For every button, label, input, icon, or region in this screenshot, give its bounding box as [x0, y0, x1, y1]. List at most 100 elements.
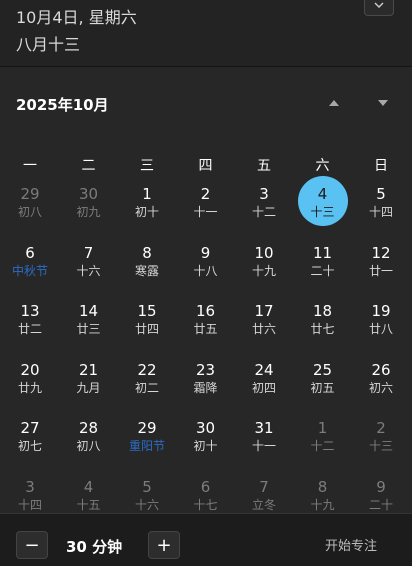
day-cell[interactable]: 30 初十	[177, 401, 235, 455]
day-cell[interactable]: 15 廿四	[118, 284, 176, 338]
focus-bar: − 30 分钟 + 开始专注	[0, 513, 412, 566]
day-cell[interactable]: 2 十三	[352, 401, 410, 455]
day-cell[interactable]: 6 中秋节	[1, 226, 59, 280]
full-date-text: 10月4日, 星期六	[16, 8, 137, 27]
day-cell[interactable]: 18 廿七	[294, 284, 352, 338]
day-cell[interactable]: 22 初二	[118, 343, 176, 397]
day-cell[interactable]: 20 廿九	[1, 343, 59, 397]
next-month-button[interactable]	[373, 95, 393, 111]
day-cell[interactable]: 5 十四	[352, 167, 410, 221]
day-number: 20	[20, 360, 40, 379]
day-cell[interactable]: 3 十二	[235, 167, 293, 221]
day-cell[interactable]: 9 十八	[177, 226, 235, 280]
lunar-day: 十二	[310, 439, 335, 453]
lunar-day: 十八	[193, 263, 218, 278]
day-cell[interactable]: 29 重阳节	[118, 401, 176, 455]
day-cell[interactable]: 30 初九	[60, 167, 118, 221]
day-cell[interactable]: 28 初八	[60, 401, 118, 455]
day-cell[interactable]: 6 十七	[177, 460, 235, 514]
day-cell[interactable]: 4 十五	[60, 460, 118, 514]
lunar-day: 寒露	[134, 263, 159, 278]
day-cell[interactable]: 13 廿二	[1, 284, 59, 338]
previous-month-button[interactable]	[324, 95, 344, 111]
day-number: 2	[376, 419, 386, 437]
day-cell[interactable]: 3 十四	[1, 460, 59, 514]
day-cell[interactable]: 2 十一	[177, 167, 235, 221]
day-cell[interactable]: 26 初六	[352, 343, 410, 397]
day-number: 7	[259, 477, 269, 496]
day-cell[interactable]: 7 立冬	[235, 460, 293, 514]
today-cell[interactable]: 4 十三	[294, 167, 352, 226]
lunar-day: 十六	[134, 497, 159, 512]
day-cell[interactable]: 7 十六	[60, 226, 118, 280]
lunar-day: 初五	[310, 380, 335, 395]
day-cell[interactable]: 9 二十	[352, 460, 410, 514]
lunar-day: 廿二	[17, 322, 42, 336]
day-number: 3	[259, 185, 269, 203]
day-number: 1	[317, 419, 328, 437]
day-number: 10	[254, 243, 274, 262]
day-cell[interactable]: 1 十二	[294, 401, 352, 455]
lunar-day: 廿九	[17, 380, 42, 395]
lunar-day: 廿八	[368, 322, 393, 336]
day-cell[interactable]: 24 初四	[235, 343, 293, 397]
day-number: 12	[371, 243, 391, 262]
day-number: 6	[200, 477, 211, 496]
festival-label: 重阳节	[128, 439, 165, 453]
chevron-down-icon	[374, 2, 384, 8]
day-cell[interactable]: 12 廿一	[352, 226, 410, 280]
day-cell[interactable]: 16 廿五	[177, 284, 235, 338]
day-cell[interactable]: 23 霜降	[177, 343, 235, 397]
calendar-panel: 2025年10月 一二三四五六日 29 初八 30 初九 1 初十 2 十一 3 十二 4 十三 5 十四…	[0, 67, 412, 513]
day-number: 11	[312, 243, 333, 262]
day-cell[interactable]: 17 廿六	[235, 284, 293, 338]
day-cell[interactable]: 5 十六	[118, 460, 176, 514]
day-number: 29	[20, 185, 40, 203]
festival-label: 中秋节	[11, 263, 48, 278]
lunar-day: 十二	[251, 205, 276, 219]
day-number: 4	[83, 477, 94, 496]
day-cell[interactable]: 25 初五	[294, 343, 352, 397]
day-number: 19	[371, 302, 391, 320]
day-cell[interactable]: 11 二十	[294, 226, 352, 280]
decrease-duration-button[interactable]: −	[16, 531, 48, 559]
lunar-day: 十三	[368, 439, 393, 453]
start-focus-button[interactable]: 开始专注	[325, 535, 377, 554]
increase-duration-button[interactable]: +	[148, 531, 180, 559]
lunar-day: 初六	[368, 380, 393, 395]
lunar-day: 廿七	[310, 322, 335, 336]
day-number: 30	[78, 185, 99, 203]
month-title[interactable]: 2025年10月	[16, 94, 109, 115]
day-number: 9	[200, 243, 211, 262]
lunar-day: 霜降	[193, 380, 218, 395]
triangle-down-icon	[378, 100, 388, 106]
day-number: 28	[78, 419, 99, 437]
lunar-date-text: 八月十三	[16, 35, 81, 54]
lunar-day: 十六	[76, 263, 101, 278]
day-number: 9	[376, 477, 386, 496]
lunar-day: 初十	[193, 439, 218, 453]
lunar-day: 十五	[76, 497, 101, 512]
day-cell[interactable]: 1 初十	[118, 167, 176, 221]
day-number: 25	[312, 360, 333, 379]
lunar-day: 初四	[251, 380, 276, 395]
day-cell[interactable]: 14 廿三	[60, 284, 118, 338]
day-cell[interactable]: 29 初八	[1, 167, 59, 221]
day-number: 29	[137, 419, 157, 437]
collapse-calendar-button[interactable]	[364, 0, 394, 16]
day-cell[interactable]: 8 十九	[294, 460, 352, 514]
day-cell[interactable]: 21 九月	[60, 343, 118, 397]
day-cell[interactable]: 31 十一	[235, 401, 293, 455]
date-header: 10月4日, 星期六 八月十三	[0, 0, 412, 66]
day-cell[interactable]: 27 初七	[1, 401, 59, 455]
day-number: 31	[254, 419, 274, 437]
day-number: 23	[195, 360, 216, 379]
day-number: 3	[25, 477, 35, 496]
day-cell[interactable]: 19 廿八	[352, 284, 410, 338]
day-number: 8	[317, 477, 328, 496]
day-number: 21	[78, 360, 99, 379]
day-cell[interactable]: 10 十九	[235, 226, 293, 280]
day-cell[interactable]: 8 寒露	[118, 226, 176, 280]
calendar-grid: 29 初八 30 初九 1 初十 2 十一 3 十二 4 十三 5 十四 6 中秋节 7 十六 8 寒露 9 十八 10 十九…	[0, 176, 412, 514]
day-number: 18	[312, 302, 333, 320]
